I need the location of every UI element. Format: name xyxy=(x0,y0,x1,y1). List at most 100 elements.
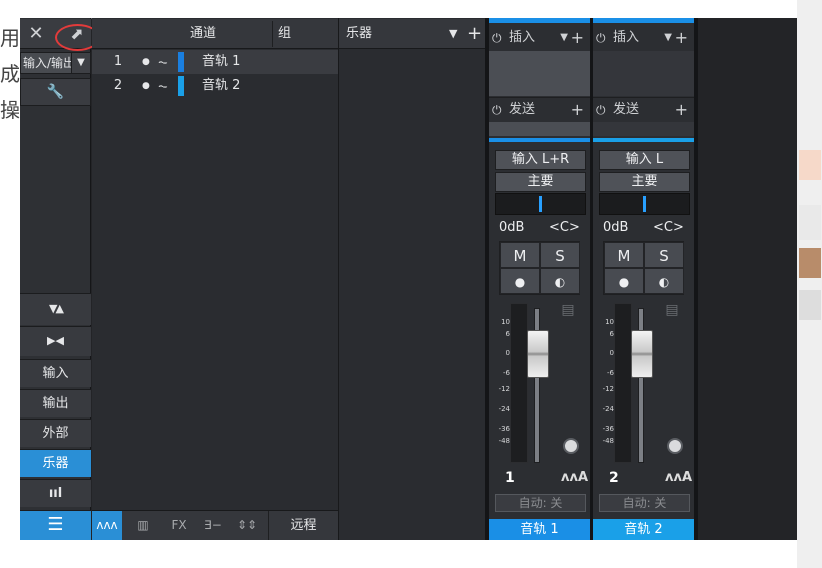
monitor-icon[interactable]: ◐ xyxy=(644,268,684,294)
input-selector[interactable]: 输入 L xyxy=(599,150,690,170)
channel-strip-1: ⏻ 插入 ▼ + ⏻ 发送 + 输入 L+R 主要 0dB <C> M S ● … xyxy=(489,18,590,540)
track-color xyxy=(178,52,184,72)
record-dot-icon[interactable]: ● xyxy=(142,74,150,98)
add-send-icon[interactable]: + xyxy=(571,98,584,122)
group-header[interactable]: 组 xyxy=(278,19,291,49)
pan-slider[interactable] xyxy=(599,193,690,215)
mute-solo-block: M S ● ◐ xyxy=(499,241,580,295)
pan-value[interactable]: <C> xyxy=(653,218,684,238)
waveform-icon[interactable]: ʌʌA xyxy=(561,470,588,485)
solo-button[interactable]: S xyxy=(644,242,684,268)
send-header: ⏻ 发送 + xyxy=(593,97,694,121)
power-icon[interactable]: ⏻ xyxy=(596,26,606,50)
channel-strip-2: ⏻ 插入 ▼ + ⏻ 发送 + 输入 L 主要 0dB <C> M S ● ◐ … xyxy=(593,18,694,540)
list-icon[interactable]: ▤ xyxy=(663,300,681,320)
wrench-button[interactable]: 🔧 xyxy=(20,78,91,106)
bottom-toolbar: ʌʌʌ ▥ FX ∃− ⇕⇕ 远程 xyxy=(92,510,338,540)
input-selector[interactable]: 输入 L+R xyxy=(495,150,586,170)
monitor-wave-icon[interactable]: ⏦ xyxy=(158,74,168,98)
background-strip xyxy=(797,0,822,568)
waveform-icon[interactable]: ʌʌʌ xyxy=(92,511,122,540)
level-meter xyxy=(614,303,632,463)
insert-header: ⏻ 插入 ▼ + xyxy=(593,26,694,50)
expand-horizontal-button[interactable]: ▶◀ xyxy=(20,326,91,356)
automation-button[interactable]: 自动: 关 xyxy=(495,494,586,512)
input-button[interactable]: 输入 xyxy=(20,359,91,387)
power-icon[interactable]: ⏻ xyxy=(492,26,502,50)
adjust-icon[interactable]: ⇕⇕ xyxy=(232,511,262,540)
volume-value[interactable]: 0dB xyxy=(499,218,524,238)
channel-number: 1 xyxy=(505,470,515,486)
power-icon[interactable]: ⏻ xyxy=(596,98,606,122)
monitor-wave-icon[interactable]: ⏦ xyxy=(158,50,168,74)
channel-list-header: 通道 组 xyxy=(92,19,338,49)
close-icon[interactable]: ✕ xyxy=(24,19,48,49)
channel-list: 通道 组 1 ● ⏦ 音轨 1 2 ● ⏦ 音轨 2 ʌʌʌ ▥ FX ∃− ⇕… xyxy=(92,18,338,540)
mixer-window: ✕ ⬈ 输入/输出 ▼ 🔧 ▼▲ ▶◀ 输入 输出 外部 乐器 ııl ☰ 通道… xyxy=(20,18,797,540)
mute-solo-block: M S ● ◐ xyxy=(603,241,684,295)
chevron-down-icon[interactable]: ▼ xyxy=(560,26,568,50)
send-header: ⏻ 发送 + xyxy=(489,97,590,121)
waveform-icon[interactable]: ʌʌA xyxy=(665,470,692,485)
insert-slot[interactable] xyxy=(489,51,590,96)
volume-pan-readout: 0dB <C> xyxy=(599,218,690,238)
chevron-down-icon[interactable]: ▼ xyxy=(449,19,457,49)
output-selector[interactable]: 主要 xyxy=(495,172,586,192)
pan-slider[interactable] xyxy=(495,193,586,215)
list-icon[interactable]: ▤ xyxy=(559,300,577,320)
menu-icon[interactable]: ☰ xyxy=(20,510,91,540)
volume-pan-readout: 0dB <C> xyxy=(495,218,586,238)
send-slot[interactable] xyxy=(593,122,694,136)
empty-mixer-area xyxy=(698,18,797,540)
add-insert-icon[interactable]: + xyxy=(675,26,688,50)
record-dot-icon[interactable]: ● xyxy=(142,50,150,74)
track-color xyxy=(178,76,184,96)
channel-header[interactable]: 通道 xyxy=(190,19,216,49)
record-icon[interactable]: ● xyxy=(500,268,540,294)
instrument-title: 乐器 xyxy=(346,26,373,41)
insert-label: 插入 xyxy=(509,30,536,45)
add-insert-icon[interactable]: + xyxy=(571,26,584,50)
wrench-icon: 🔧 xyxy=(46,84,65,100)
piano-icon[interactable]: ▥ xyxy=(128,511,158,540)
fx-button[interactable]: FX xyxy=(164,511,194,540)
instrument-button[interactable]: 乐器 xyxy=(20,449,91,477)
volume-fader[interactable] xyxy=(527,330,549,378)
track-name: 音轨 1 xyxy=(202,54,241,69)
channel-name[interactable]: 音轨 1 xyxy=(489,519,590,540)
volume-value[interactable]: 0dB xyxy=(603,218,628,238)
pan-value[interactable]: <C> xyxy=(549,218,580,238)
track-row[interactable]: 2 ● ⏦ 音轨 2 xyxy=(92,74,338,98)
send-slot[interactable] xyxy=(489,122,590,136)
solo-button[interactable]: S xyxy=(540,242,580,268)
input-output-dropdown[interactable]: 输入/输出 ▼ xyxy=(20,52,91,74)
external-button[interactable]: 外部 xyxy=(20,419,91,447)
mute-button[interactable]: M xyxy=(604,242,644,268)
insert-slot[interactable] xyxy=(593,51,694,96)
output-button[interactable]: 输出 xyxy=(20,389,91,417)
pan-knob[interactable] xyxy=(563,438,579,454)
send-icon[interactable]: ∃− xyxy=(198,511,228,540)
track-row[interactable]: 1 ● ⏦ 音轨 1 xyxy=(92,50,338,74)
remote-button[interactable]: 远程 xyxy=(268,511,338,540)
automation-button[interactable]: 自动: 关 xyxy=(599,494,690,512)
channel-name[interactable]: 音轨 2 xyxy=(593,519,694,540)
monitor-icon[interactable]: ◐ xyxy=(540,268,580,294)
bars-icon[interactable]: ııl xyxy=(20,479,91,507)
mute-button[interactable]: M xyxy=(500,242,540,268)
instrument-header: 乐器 ▼ + xyxy=(339,19,489,49)
send-label: 发送 xyxy=(509,102,536,117)
add-send-icon[interactable]: + xyxy=(675,98,688,122)
output-selector[interactable]: 主要 xyxy=(599,172,690,192)
chevron-down-icon[interactable]: ▼ xyxy=(664,26,672,50)
record-icon[interactable]: ● xyxy=(604,268,644,294)
pan-knob[interactable] xyxy=(667,438,683,454)
send-label: 发送 xyxy=(613,102,640,117)
level-meter xyxy=(510,303,528,463)
add-instrument-icon[interactable]: + xyxy=(467,19,482,49)
power-icon[interactable]: ⏻ xyxy=(492,98,502,122)
left-panel: ✕ ⬈ 输入/输出 ▼ 🔧 ▼▲ ▶◀ 输入 输出 外部 乐器 ııl ☰ xyxy=(20,18,100,540)
expand-vertical-button[interactable]: ▼▲ xyxy=(20,293,91,325)
volume-fader[interactable] xyxy=(631,330,653,378)
track-number: 2 xyxy=(113,78,123,93)
